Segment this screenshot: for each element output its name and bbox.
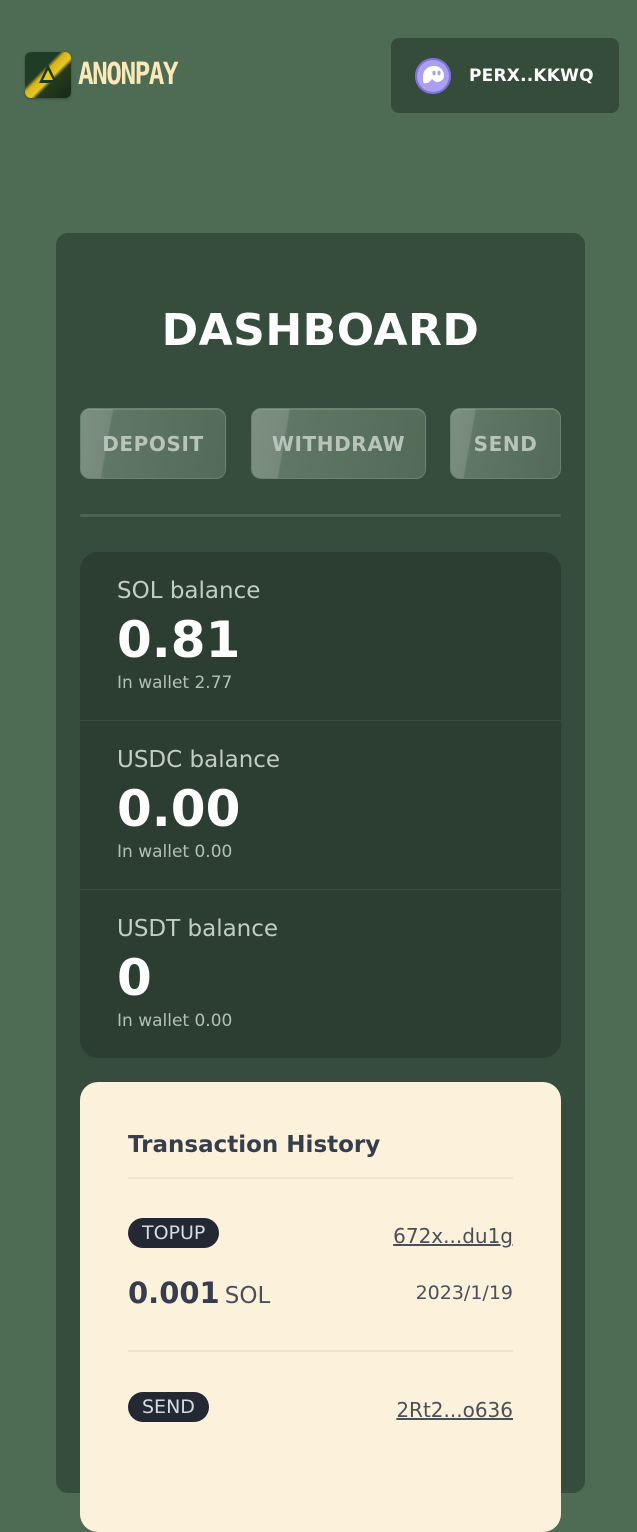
phantom-ghost-icon bbox=[415, 57, 451, 94]
sol-balance-label: SOL balance bbox=[117, 578, 261, 604]
usdt-in-wallet: In wallet 0.00 bbox=[117, 1011, 233, 1031]
tx-amount-unit: SOL bbox=[224, 1283, 271, 1309]
wallet-connect-button[interactable]: PERX..KKWQ bbox=[391, 38, 619, 113]
sol-balance-value: 0.81 bbox=[117, 611, 241, 669]
send-button[interactable]: SEND bbox=[450, 408, 561, 479]
withdraw-button[interactable]: WITHDRAW bbox=[251, 408, 426, 479]
usdt-balance-value: 0 bbox=[117, 949, 152, 1007]
tx-hash-link[interactable]: 672x...du1g bbox=[393, 1224, 513, 1248]
brand-logo[interactable]: ANONPAY bbox=[25, 52, 179, 98]
page-title: DASHBOARD bbox=[161, 305, 480, 356]
history-divider bbox=[128, 1350, 513, 1352]
sol-in-wallet: In wallet 2.77 bbox=[117, 673, 233, 693]
sol-balance-row: SOL balance 0.81 In wallet 2.77 bbox=[80, 552, 561, 721]
tx-amount-value: 0.001 bbox=[128, 1276, 220, 1310]
top-bar: ANONPAY PERX..KKWQ bbox=[0, 0, 637, 150]
tx-date: 2023/1/19 bbox=[415, 1282, 513, 1304]
usdc-balance-label: USDC balance bbox=[117, 747, 281, 773]
dashboard-panel: DASHBOARD DEPOSIT WITHDRAW SEND SOL bala… bbox=[56, 233, 585, 1532]
usdt-balance-label: USDT balance bbox=[117, 916, 279, 942]
history-title: Transaction History bbox=[128, 1132, 381, 1158]
usdc-balance-value: 0.00 bbox=[117, 780, 241, 838]
usdc-balance-row: USDC balance 0.00 In wallet 0.00 bbox=[80, 720, 561, 890]
tx-hash-link[interactable]: 2Rt2...o636 bbox=[396, 1398, 513, 1422]
anonpay-logo-icon bbox=[25, 52, 71, 98]
section-divider bbox=[80, 514, 561, 517]
balances-card: SOL balance 0.81 In wallet 2.77 USDC bal… bbox=[80, 552, 561, 1058]
history-divider bbox=[128, 1177, 513, 1179]
tx-type-badge: TOPUP bbox=[128, 1218, 220, 1248]
usdt-balance-row: USDT balance 0 In wallet 0.00 bbox=[80, 889, 561, 1058]
transaction-history-card: Transaction History TOPUP 672x...du1g 0.… bbox=[80, 1082, 561, 1532]
tx-amount: 0.001 SOL bbox=[128, 1276, 270, 1310]
wallet-address-label: PERX..KKWQ bbox=[469, 65, 594, 86]
deposit-button[interactable]: DEPOSIT bbox=[80, 408, 226, 479]
usdc-in-wallet: In wallet 0.00 bbox=[117, 842, 233, 862]
brand-name: ANONPAY bbox=[78, 57, 179, 93]
tx-type-badge: SEND bbox=[128, 1392, 209, 1422]
